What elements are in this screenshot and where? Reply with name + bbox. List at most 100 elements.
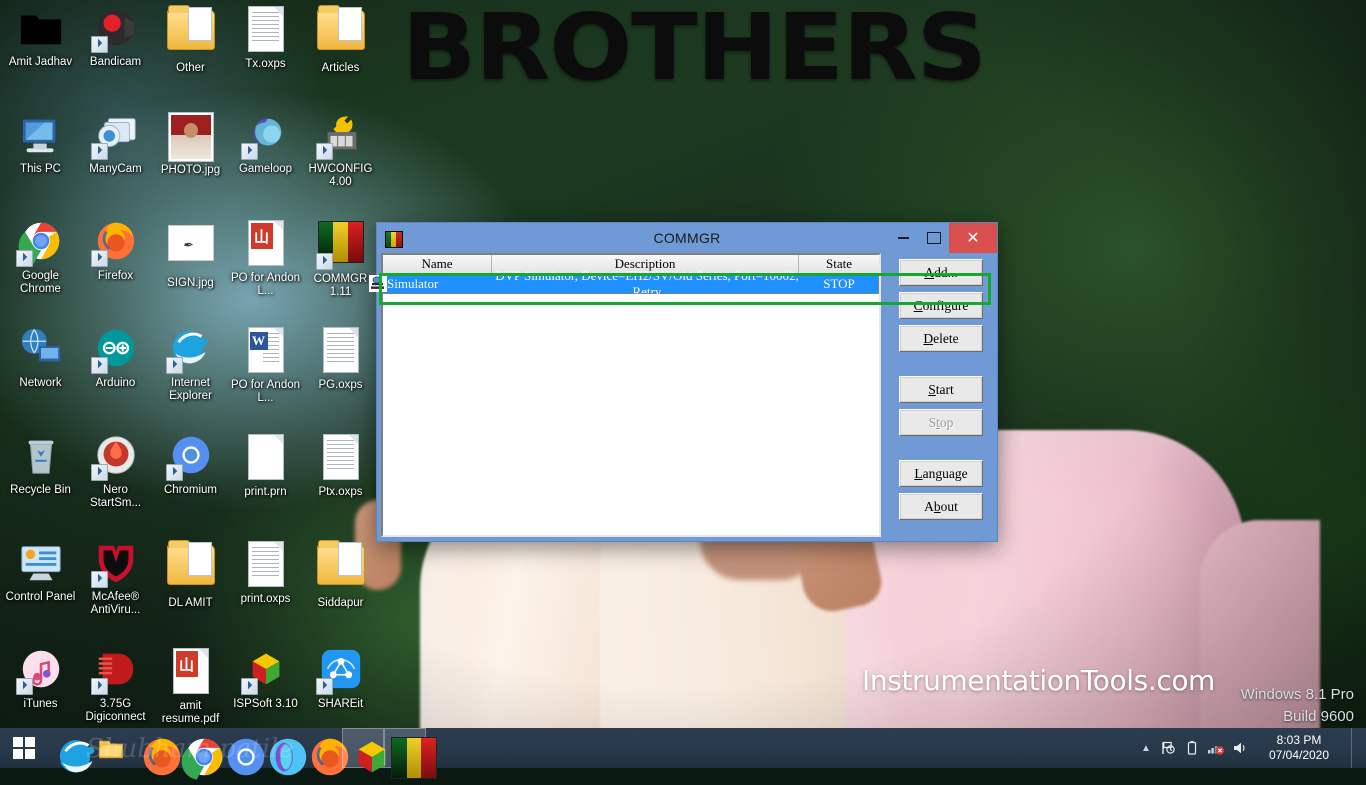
taskbar-app-firefox[interactable] [132,728,181,776]
desktop-icon-label: Internet Explorer [169,377,212,402]
taskbar-app-internet-explorer[interactable] [48,728,95,773]
desktop-icon-internet-explorer[interactable]: Internet Explorer [153,325,228,403]
windows-version-watermark: Windows 8.1 Pro Build 9600 [1241,684,1354,728]
desktop-icon-this-pc[interactable]: This PC [3,111,78,176]
desktop-icon-recycle-bin[interactable]: Recycle Bin [3,432,78,497]
shortcut-overlay-icon [315,253,333,270]
taskbar-app-firefox-window[interactable] [300,728,349,776]
about-button[interactable]: About [899,493,983,520]
desktop-icon-label: Amit Jadhav [8,56,73,68]
desktop-icon-amit-resume-pdf[interactable]: 山 amit resume.pdf [153,646,228,726]
desktop-icon-po-for-andon-l[interactable]: 山 PO for Andon L... [228,218,303,298]
desktop-icon-pg-oxps[interactable]: PG.oxps [303,325,378,392]
desktop-icon-label: iTunes [23,698,58,710]
desktop-icon-label: PHOTO.jpg [160,164,221,176]
taskbar[interactable]: Shubham patile ▲ 8:03 PM 07/04/2020 [0,728,1366,780]
manycam-icon [90,111,140,160]
desktop-icon-control-panel[interactable]: Control Panel [3,539,78,604]
about-button-label: About [924,498,958,514]
delete-button[interactable]: Delete [899,325,983,352]
close-button[interactable]: ✕ [949,223,997,253]
desktop-icon-google-chrome[interactable]: Google Chrome [3,218,78,296]
shortcut-overlay-icon [315,143,333,160]
desktop-icon-gameloop[interactable]: Gameloop [228,111,303,176]
desktop-icon-dl-amit[interactable]: DL AMIT [153,539,228,610]
maximize-button[interactable] [919,223,949,253]
desktop-icon-articles[interactable]: Articles [303,4,378,75]
gameloop-icon [240,111,290,160]
configure-button[interactable]: Configure [899,292,983,319]
desktop-icon-print-prn[interactable]: print.prn [228,432,303,499]
desktop-icon-commgr-1-11[interactable]: COMMGR 1.11 [303,218,378,299]
taskbar-app-ispsoft[interactable] [342,728,386,773]
system-tray: ▲ 8:03 PM 07/04/2020 [1137,728,1366,768]
desktop-icon-tx-oxps[interactable]: Tx.oxps [228,4,303,71]
desktop-icon-bandicam[interactable]: Bandicam [78,4,153,69]
tray-overflow-icon[interactable]: ▲ [1137,743,1155,754]
language-button[interactable]: Language [899,460,983,487]
taskbar-app-opera[interactable] [258,728,307,776]
blankdoc-icon [242,434,290,482]
connection-list-pane[interactable]: Name Description State Simulator DVP Sim… [369,253,991,537]
desktop-icon-label: Bandicam [89,56,142,68]
desktop-icon-3-75g-digiconnect[interactable]: 3.75G Digiconnect [78,646,153,724]
photo-icon [167,112,215,162]
desktop-icon-ispsoft-3-10[interactable]: ISPSoft 3.10 [228,646,303,711]
controlpanel-icon [17,539,65,587]
desktop-icon-sign-jpg[interactable]: ✒ SIGN.jpg [153,218,228,290]
add-button[interactable]: Add... [899,259,983,286]
start-button[interactable]: Start [899,376,983,403]
desktop-icon-ptx-oxps[interactable]: Ptx.oxps [303,432,378,499]
commgr-window[interactable]: COMMGR ✕ Name Description State Simulato… [369,222,998,542]
commgr-body: Name Description State Simulator DVP Sim… [369,253,993,537]
desktop-icon-amit-jadhav[interactable]: Amit Jadhav [3,4,78,69]
desktop-icon-network[interactable]: Network [3,325,78,390]
desktop-icon-itunes[interactable]: iTunes [3,646,78,711]
show-desktop-button[interactable] [1351,728,1360,768]
desktop-icon-label: SIGN.jpg [167,277,214,289]
clock[interactable]: 8:03 PM 07/04/2020 [1253,733,1349,763]
commgr-titlebar[interactable]: COMMGR ✕ [377,223,997,253]
desktop-icon-chromium[interactable]: Chromium [153,432,228,497]
doc-icon [242,541,290,589]
desktop-icon-label: ISPSoft 3.10 [233,698,298,710]
doc-icon [242,6,290,54]
taskbar-app-commgr[interactable] [384,728,437,779]
desktop-icon-other[interactable]: Other [153,4,228,75]
desktop-icon-firefox[interactable]: Firefox [78,218,153,283]
desktop-icon-mcafee-antiviru[interactable]: McAfee® AntiViru... [78,539,153,617]
column-header-name[interactable]: Name [383,255,492,273]
table-row[interactable]: Simulator DVP Simulator, Device=EH2/SV/O… [369,268,879,299]
desktop-icon-arduino[interactable]: Arduino [78,325,153,390]
shortcut-overlay-icon [315,678,333,695]
taskbar-app-google-chrome[interactable] [174,728,223,780]
desktop-icon-po-for-andon-l[interactable]: W PO for Andon L... [228,325,303,405]
window-controls: ✕ [887,223,997,253]
desktop-icon-hwconfig-4-00[interactable]: HWCONFIG 4.00 [303,111,378,189]
battery-icon[interactable] [1181,737,1203,759]
desktop-icon-shareit[interactable]: SHAREit [303,646,378,711]
start-button[interactable] [0,728,48,768]
taskbar-app-file-explorer[interactable] [90,728,132,768]
folder-user-icon [17,4,65,52]
desktop-icon-photo-jpg[interactable]: PHOTO.jpg [153,111,228,177]
desktop-icon-siddapur[interactable]: Siddapur [303,539,378,610]
desktop-icon-label: PO for Andon L... [230,272,301,297]
action-center-flag-icon[interactable] [1157,737,1179,759]
network-error-icon[interactable] [1205,737,1227,759]
desktop-icon-label: Google Chrome [20,270,61,295]
desktop-icon-print-oxps[interactable]: print.oxps [228,539,303,606]
desktop-icon-label: 3.75G Digiconnect [85,698,146,723]
volume-icon[interactable] [1229,737,1251,759]
desktop-icon-label: Gameloop [238,163,293,175]
minimize-button[interactable] [887,223,919,253]
column-header-state[interactable]: State [799,255,879,273]
pdf-icon: 山 [242,220,290,268]
taskbar-app-chromium[interactable] [216,728,265,776]
desktop-icon-nero-startsm[interactable]: Nero StartSm... [78,432,153,510]
desktop-icon-label: Ptx.oxps [318,486,363,498]
itunes-icon [15,646,65,695]
chrome-icon [15,218,65,267]
desktop-icon-manycam[interactable]: ManyCam [78,111,153,176]
clock-time: 8:03 PM [1276,733,1322,747]
